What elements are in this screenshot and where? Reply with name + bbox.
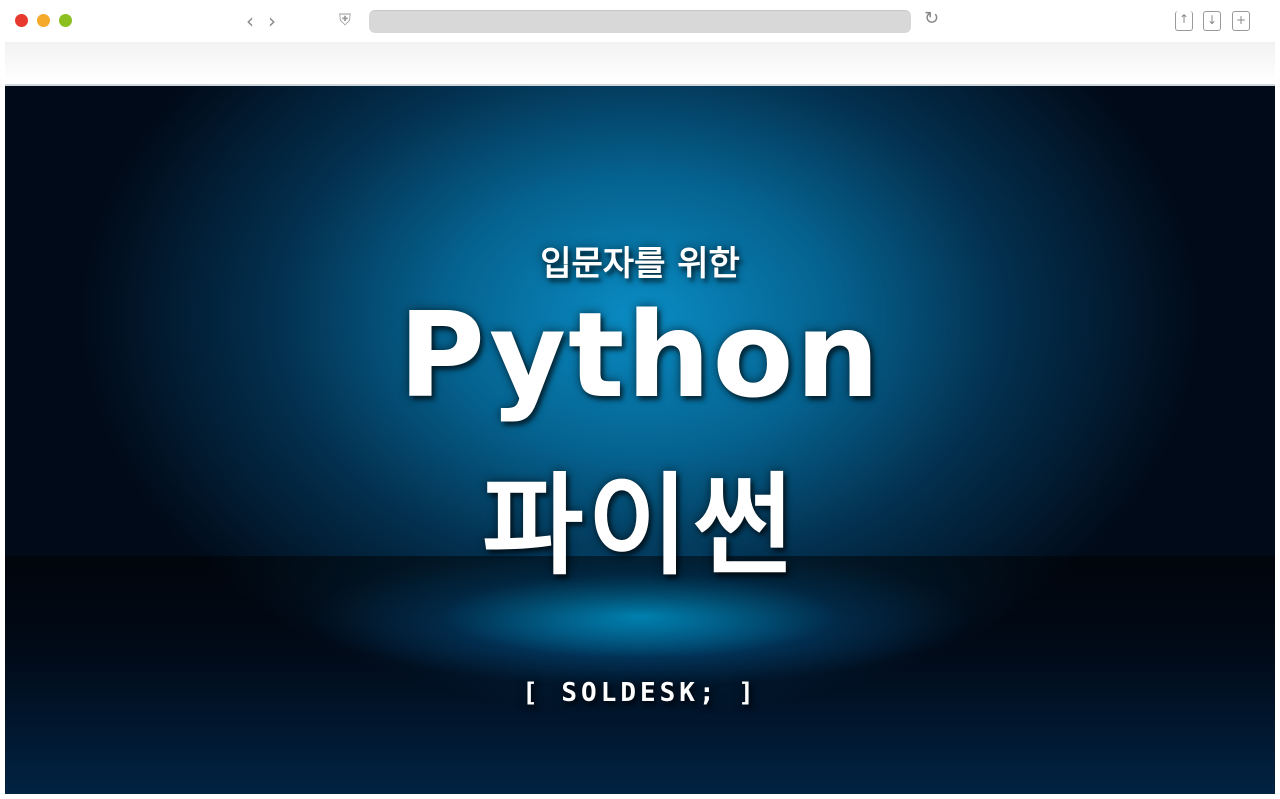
maximize-window-button[interactable] <box>59 14 72 27</box>
browser-toolbar: ‹ › ⛨ ↻ ↑ ↓ + <box>0 0 1280 42</box>
download-icon[interactable]: ↓ <box>1203 11 1221 31</box>
hero-title-english: Python <box>398 286 882 424</box>
back-icon[interactable]: ‹ <box>246 9 254 33</box>
tab-bar <box>5 42 1275 83</box>
shield-icon[interactable]: ⛨ <box>339 10 351 30</box>
new-tab-icon[interactable]: + <box>1232 11 1250 31</box>
share-icon[interactable]: ↑ <box>1175 11 1193 31</box>
reload-icon[interactable]: ↻ <box>924 8 939 29</box>
minimize-window-button[interactable] <box>37 14 50 27</box>
close-window-button[interactable] <box>15 14 28 27</box>
soldesk-logo: [ SOLDESK; ] <box>522 678 758 708</box>
hero-subtitle: 입문자를 위한 <box>540 244 740 284</box>
address-bar[interactable] <box>369 10 911 33</box>
hero-title-korean: 파이썬 <box>482 462 798 590</box>
hero-banner: 입문자를 위한 Python 파이썬 [ SOLDESK; ] <box>5 84 1275 794</box>
forward-icon[interactable]: › <box>268 9 276 33</box>
